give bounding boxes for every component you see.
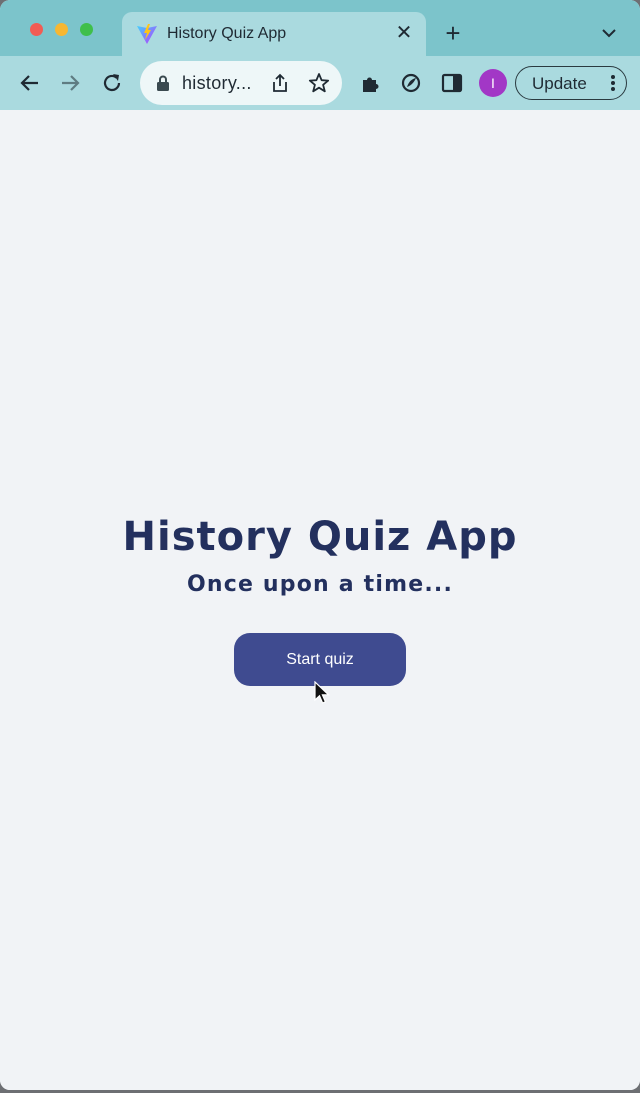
more-menu-icon[interactable] — [610, 74, 616, 92]
hero-section: History Quiz App Once upon a time... — [0, 510, 640, 597]
extension-leaf-icon[interactable] — [399, 71, 423, 95]
update-button-label: Update — [532, 74, 587, 93]
forward-arrow-icon[interactable] — [58, 71, 82, 95]
browser-window: History Quiz App ✕ + history... I Update… — [0, 0, 640, 1090]
page-title: History Quiz App — [122, 514, 518, 560]
minimize-window-button[interactable] — [55, 23, 68, 36]
new-tab-icon[interactable]: + — [442, 20, 464, 46]
page-subtitle: Once upon a time... — [186, 572, 454, 597]
close-window-button[interactable] — [30, 23, 43, 36]
address-bar[interactable]: history... — [140, 61, 342, 105]
lock-icon[interactable] — [156, 75, 170, 91]
bookmark-star-icon[interactable] — [308, 72, 330, 94]
tab-title: History Quiz App — [167, 25, 287, 42]
reload-icon[interactable] — [100, 71, 124, 95]
share-icon[interactable] — [270, 73, 290, 93]
browser-toolbar: history... I Update — [0, 56, 640, 110]
back-arrow-icon[interactable] — [18, 71, 42, 95]
start-quiz-button[interactable]: Start quiz — [234, 633, 406, 686]
tab-strip: History Quiz App ✕ + — [0, 0, 640, 56]
active-tab[interactable]: History Quiz App ✕ — [122, 12, 426, 56]
url-text[interactable]: history... — [182, 73, 252, 94]
tab-search-chevron-icon[interactable] — [600, 24, 618, 42]
profile-avatar[interactable]: I — [479, 69, 507, 97]
maximize-window-button[interactable] — [80, 23, 93, 36]
close-tab-icon[interactable]: ✕ — [394, 23, 414, 43]
extensions-puzzle-icon[interactable] — [359, 71, 383, 95]
mouse-cursor-icon — [314, 681, 330, 704]
page-viewport: History Quiz App Once upon a time... Sta… — [0, 110, 640, 1090]
update-button[interactable]: Update — [515, 66, 627, 100]
side-panel-icon[interactable] — [440, 71, 464, 95]
vite-logo-icon — [137, 24, 157, 44]
